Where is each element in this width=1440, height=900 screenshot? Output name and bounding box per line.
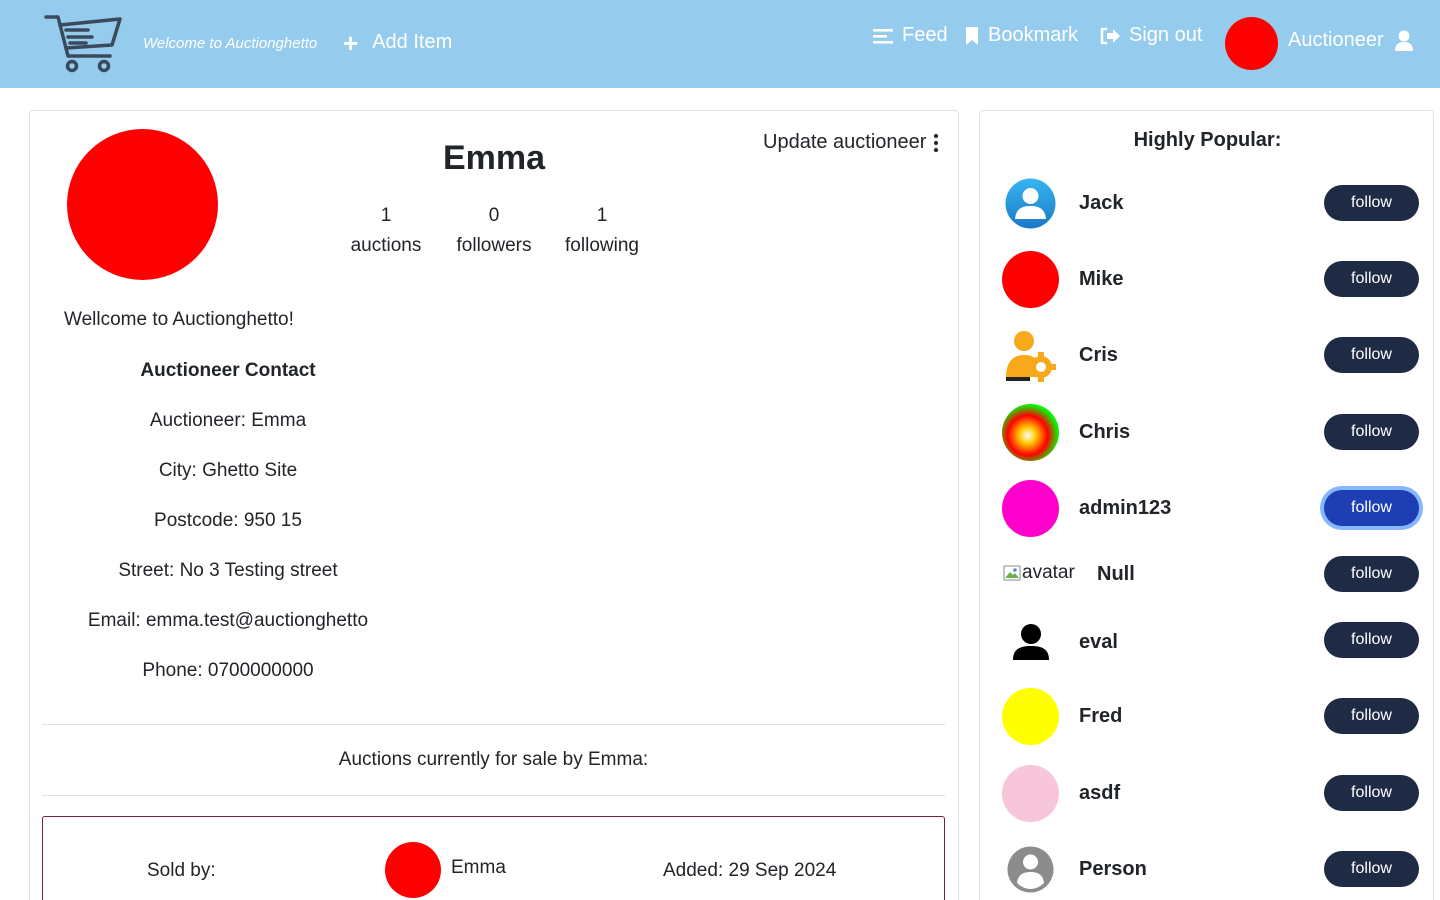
popular-user-row: Fred follow xyxy=(980,686,1435,746)
auction-card[interactable]: Sold by: Emma Added: 29 Sep 2024 xyxy=(42,816,945,900)
profile-avatar xyxy=(67,129,218,280)
popular-user-name[interactable]: eval xyxy=(1079,631,1118,654)
broken-image-glyph xyxy=(1003,565,1021,581)
popular-user-row: asdf follow xyxy=(980,763,1435,823)
popular-user-row: admin123 follow xyxy=(980,478,1435,538)
update-auctioneer-button[interactable]: Update auctioneer xyxy=(763,131,939,154)
popular-user-row: Person follow xyxy=(980,839,1435,899)
stat-label: following xyxy=(565,235,639,256)
popular-user-name[interactable]: Mike xyxy=(1079,268,1123,291)
divider xyxy=(42,724,945,725)
feed-label: Feed xyxy=(902,24,948,46)
follow-button[interactable]: follow xyxy=(1324,185,1419,221)
contact-postcode: Postcode: 950 15 xyxy=(154,510,302,531)
contact-auctioneer: Auctioneer: Emma xyxy=(149,410,307,431)
stat-followers[interactable]: 0 followers xyxy=(444,201,544,261)
follow-button[interactable]: follow xyxy=(1324,337,1419,373)
popular-user-name[interactable]: Null xyxy=(1097,563,1135,586)
divider xyxy=(42,795,945,796)
stat-label: auctions xyxy=(350,235,422,256)
profile-card: Emma Update auctioneer 1 auctions 0 foll… xyxy=(29,110,959,900)
stat-following[interactable]: 1 following xyxy=(552,201,652,261)
popular-user-name[interactable]: Cris xyxy=(1079,344,1118,367)
person-silhouette-icon[interactable] xyxy=(1002,614,1059,671)
popular-user-row: Chris follow xyxy=(980,402,1435,462)
add-item-label: Add Item xyxy=(372,31,453,53)
add-item-link[interactable]: + Add Item xyxy=(343,27,453,58)
about-text: Wellcome to Auctionghetto! xyxy=(64,309,294,330)
bookmark-icon xyxy=(966,26,978,45)
stat-value: 1 xyxy=(596,205,608,226)
update-auctioneer-label: Update auctioneer xyxy=(763,131,927,153)
popular-user-name[interactable]: Chris xyxy=(1079,421,1130,444)
popular-user-avatar[interactable] xyxy=(1002,688,1059,745)
follow-button[interactable]: follow xyxy=(1324,261,1419,297)
follow-button[interactable]: follow xyxy=(1324,775,1419,811)
user-menu[interactable]: Auctioneer xyxy=(1288,29,1414,52)
sidebar-title: Highly Popular: xyxy=(1133,129,1282,151)
follow-button[interactable]: follow xyxy=(1324,622,1419,658)
bookmark-link[interactable]: Bookmark xyxy=(964,24,1078,47)
contact-phone: Phone: 0700000000 xyxy=(142,660,314,681)
broken-image-icon[interactable]: avatar xyxy=(1002,562,1075,584)
grey-user-icon[interactable] xyxy=(1002,841,1059,898)
stat-value: 1 xyxy=(380,205,392,226)
sign-out-link[interactable]: Sign out xyxy=(1099,24,1202,47)
follow-button[interactable]: follow xyxy=(1324,698,1419,734)
popular-user-name[interactable]: admin123 xyxy=(1079,497,1171,520)
sign-out-label: Sign out xyxy=(1129,24,1203,46)
stat-value: 0 xyxy=(488,205,500,226)
popular-user-row: Cris follow xyxy=(980,325,1435,385)
popular-user-row: Mike follow xyxy=(980,249,1435,309)
contact-block: Auctioneer Contact Auctioneer: Emma City… xyxy=(30,357,426,707)
profile-name: Emma xyxy=(442,139,546,177)
stat-auctions: 1 auctions xyxy=(338,201,434,261)
follow-button[interactable]: follow xyxy=(1324,490,1419,526)
plus-icon: + xyxy=(343,27,359,58)
welcome-text: Welcome to Auctionghetto xyxy=(143,35,318,52)
contact-city: City: Ghetto Site xyxy=(158,460,298,481)
popular-user-avatar[interactable] xyxy=(1002,480,1059,537)
user-icon xyxy=(1394,30,1413,51)
contact-title: Auctioneer Contact xyxy=(140,360,316,381)
stat-label: followers xyxy=(456,235,532,256)
auctions-heading: Auctions currently for sale by Emma: xyxy=(338,749,649,770)
sold-by-label: Sold by: xyxy=(147,860,216,881)
nav-avatar[interactable] xyxy=(1225,17,1278,70)
follow-button[interactable]: follow xyxy=(1324,851,1419,887)
sign-out-icon xyxy=(1100,27,1120,44)
kebab-menu-icon xyxy=(934,133,939,152)
popular-sidebar: Highly Popular: Jack follow Mike follow xyxy=(979,110,1434,900)
feed-link[interactable]: Feed xyxy=(872,24,948,47)
bookmark-label: Bookmark xyxy=(988,24,1079,46)
seller-avatar xyxy=(385,842,441,898)
broken-image-alt: avatar xyxy=(1022,562,1075,583)
user-label: Auctioneer xyxy=(1288,29,1384,51)
popular-user-avatar[interactable] xyxy=(1002,404,1059,461)
user-gear-icon[interactable] xyxy=(1002,327,1059,384)
cart-logo-icon[interactable] xyxy=(44,12,124,74)
popular-user-name[interactable]: Fred xyxy=(1079,705,1122,728)
popular-user-avatar[interactable] xyxy=(1002,251,1059,308)
added-date: Added: 29 Sep 2024 xyxy=(663,860,837,881)
popular-user-row: eval follow xyxy=(980,612,1435,672)
popular-user-name[interactable]: asdf xyxy=(1079,782,1120,805)
popular-user-avatar[interactable] xyxy=(1002,765,1059,822)
seller-name[interactable]: Emma xyxy=(451,857,506,879)
contact-street: Street: No 3 Testing street xyxy=(118,560,338,581)
popular-user-row: Jack follow xyxy=(980,173,1435,233)
contact-email: Email: emma.test@auctionghetto xyxy=(87,610,369,631)
navbar: Welcome to Auctionghetto + Add Item Feed… xyxy=(0,0,1440,88)
popular-user-name[interactable]: Person xyxy=(1079,858,1147,881)
follow-button[interactable]: follow xyxy=(1324,414,1419,450)
list-icon xyxy=(873,28,893,44)
follow-button[interactable]: follow xyxy=(1324,556,1419,592)
popular-user-name[interactable]: Jack xyxy=(1079,192,1124,215)
popular-user-row: avatar Null follow xyxy=(980,546,1435,606)
default-user-icon[interactable] xyxy=(1002,175,1059,232)
